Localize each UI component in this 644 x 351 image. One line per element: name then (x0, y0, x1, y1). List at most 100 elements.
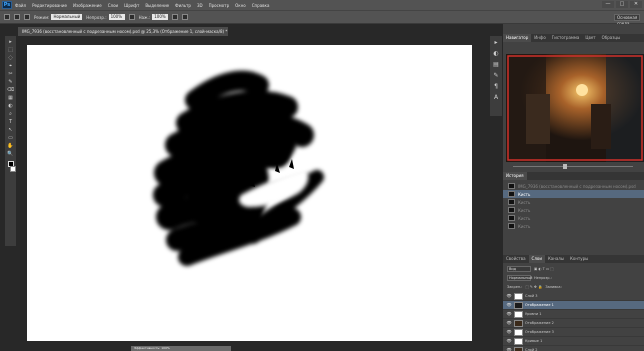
history-row[interactable]: Кисть (503, 190, 644, 198)
layers-tab[interactable]: Свойства (503, 255, 529, 263)
navigator-preview[interactable] (506, 54, 644, 162)
close-button[interactable]: ✕ (630, 1, 642, 8)
navigator-tab[interactable]: Инфо (531, 34, 548, 42)
navigator-tab[interactable]: Гистограмма (549, 34, 583, 42)
layer-row[interactable]: 👁 Отображение 1 (503, 301, 644, 310)
layers-blend-row: Нормальный Непрозр.: (503, 273, 644, 282)
menu-item[interactable]: Шрифт (124, 3, 139, 8)
quick-select-tool-icon[interactable]: ⌖ (7, 63, 14, 69)
menu-item[interactable]: Фильтр (175, 3, 191, 8)
history-row[interactable]: IMG_7936 (восстановленный с подрезанным … (503, 182, 644, 190)
layer-thumbnail (514, 292, 523, 300)
adjust-icon[interactable]: ◐ (493, 50, 500, 57)
layers-tab[interactable]: Контуры (567, 255, 591, 263)
paragraph-icon[interactable]: ¶ (493, 83, 500, 90)
move-tool-icon[interactable]: ▸ (7, 39, 14, 45)
play-icon[interactable]: ▸ (493, 39, 500, 46)
navigator-zoom-slider[interactable] (503, 164, 644, 170)
brush-tool-icon[interactable]: ✎ (7, 79, 14, 85)
layer-row[interactable]: 👁 Отображение 3 (503, 328, 644, 337)
menu-item[interactable]: Файл (15, 3, 26, 8)
visibility-eye-icon[interactable]: 👁 (506, 338, 512, 344)
menu-item[interactable]: Окно (235, 3, 246, 8)
pen-tool-icon[interactable]: ⌕ (7, 111, 14, 117)
brush-tool-icon[interactable] (4, 14, 10, 20)
status-bar: Эффективность: 100% (131, 346, 231, 351)
brush-preset-icon[interactable] (14, 14, 20, 20)
layer-opacity-label: Непрозр.: (534, 275, 552, 280)
dodge-tool-icon[interactable]: ◐ (7, 103, 14, 109)
character-icon[interactable]: A (493, 94, 500, 101)
pressure-opacity-icon[interactable] (128, 14, 135, 20)
marquee-tool-icon[interactable]: ⬚ (7, 47, 14, 53)
navigator-tab[interactable]: Цвет (582, 34, 598, 42)
airbrush-icon[interactable] (172, 14, 179, 20)
menu-item[interactable]: Выделение (145, 3, 169, 8)
history-row[interactable]: Кисть (503, 198, 644, 206)
layer-name: Слой 3 (525, 294, 538, 298)
mode-label: Режим: (34, 14, 50, 20)
layer-row[interactable]: 👁 Кривые 1 (503, 337, 644, 346)
navigator-tab[interactable]: Образцы (599, 34, 624, 42)
menu-item[interactable]: Справка (252, 3, 270, 8)
menu-item[interactable]: Слои (108, 3, 118, 8)
eraser-tool-icon[interactable]: ⌫ (7, 87, 14, 93)
hand-tool-icon[interactable]: ✋ (7, 143, 14, 149)
history-state-icon (508, 223, 515, 229)
layers-list: 👁 Слой 3 👁 Отображение 1 👁 Уровни 1 👁 Отображен… (503, 292, 644, 351)
layer-row[interactable]: 👁 Отображение 2 (503, 319, 644, 328)
maximize-button[interactable]: □ (616, 1, 628, 8)
menu-item[interactable]: Изображение (73, 3, 102, 8)
zoom-thumb[interactable] (563, 164, 567, 169)
pressure-label: Наж.: (138, 14, 151, 20)
menu-item[interactable]: Редактирование (32, 3, 67, 8)
layer-name: Уровни 1 (525, 312, 542, 316)
blend-mode-select[interactable]: Нормальный (507, 274, 532, 281)
lasso-tool-icon[interactable]: ◌ (7, 55, 14, 61)
fill-label: Заливка: (545, 284, 562, 289)
background-color-swatch[interactable] (9, 166, 16, 172)
shape-tool-icon[interactable]: ▭ (7, 135, 14, 141)
layer-row[interactable]: 👁 Слой 2 (503, 346, 644, 351)
history-row[interactable]: Кисть (503, 222, 644, 230)
filter-icons[interactable]: ▣ ◐ T ▭ ⬚ (534, 267, 554, 271)
visibility-eye-icon[interactable]: 👁 (506, 329, 512, 335)
kind-filter-select[interactable]: Вид (507, 265, 531, 272)
minimize-button[interactable]: — (602, 1, 614, 8)
layer-row[interactable]: 👁 Слой 3 (503, 292, 644, 301)
history-tab[interactable]: История (503, 172, 527, 180)
window-controls: — □ ✕ (602, 1, 642, 8)
menu-item[interactable]: 3D (197, 3, 203, 8)
navigator-tab[interactable]: Навигатор (503, 34, 532, 42)
layers-icon[interactable]: ▤ (493, 61, 500, 68)
workspace-select[interactable]: Основная среда (614, 14, 640, 26)
visibility-eye-icon[interactable]: 👁 (506, 302, 512, 308)
history-row[interactable]: Кисть (503, 214, 644, 222)
visibility-eye-icon[interactable]: 👁 (506, 311, 512, 317)
history-label: Кисть (518, 191, 531, 197)
pressure-field[interactable]: 100% (152, 14, 169, 20)
canvas[interactable] (27, 45, 472, 341)
pressure-size-icon[interactable] (182, 14, 189, 20)
history-row[interactable]: Кисть (503, 206, 644, 214)
brush-icon[interactable]: ✎ (493, 72, 500, 79)
visibility-eye-icon[interactable]: 👁 (506, 293, 512, 299)
visibility-eye-icon[interactable]: 👁 (506, 347, 512, 351)
lock-icons[interactable]: ⬚ ✎ ✥ 🔒 (525, 285, 542, 289)
document-tab[interactable]: IMG_7936 (восстановленный с подрезанным … (18, 27, 228, 36)
menu-item[interactable]: Просмотр (209, 3, 230, 8)
layer-row[interactable]: 👁 Уровни 1 (503, 310, 644, 319)
zoom-tool-icon[interactable]: 🔍 (7, 151, 14, 157)
gradient-tool-icon[interactable]: ▦ (7, 95, 14, 101)
crop-tool-icon[interactable]: ✂ (7, 71, 14, 77)
mode-select[interactable]: Нормальный (51, 14, 83, 20)
opacity-field[interactable]: 100% (108, 14, 125, 20)
layers-tab[interactable]: Каналы (545, 255, 567, 263)
type-tool-icon[interactable]: T (7, 119, 14, 125)
brush-panel-icon[interactable] (24, 14, 30, 20)
layer-name: Отображение 1 (525, 303, 554, 307)
layers-tab[interactable]: Слои (528, 255, 545, 263)
visibility-eye-icon[interactable]: 👁 (506, 320, 512, 326)
history-state-icon (508, 215, 515, 221)
path-select-tool-icon[interactable]: ↖ (7, 127, 14, 133)
